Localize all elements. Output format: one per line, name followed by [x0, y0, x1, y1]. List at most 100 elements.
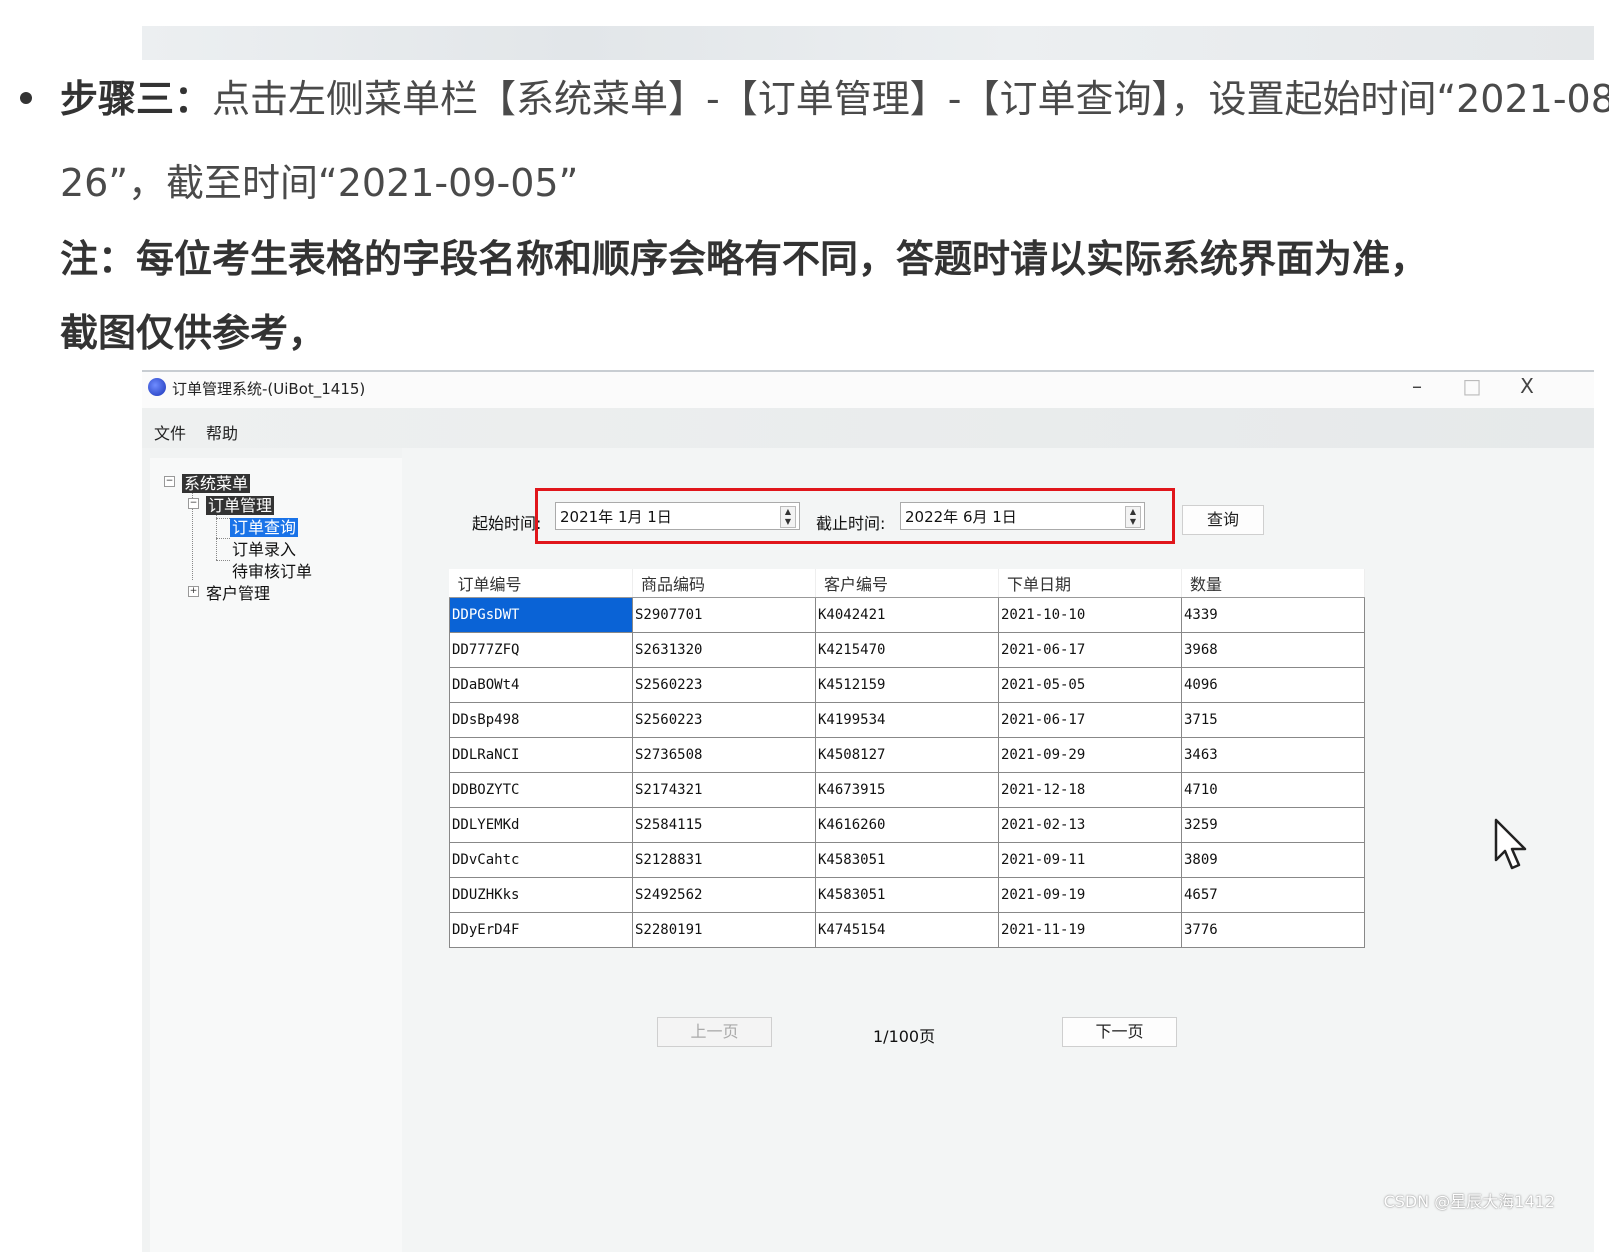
table-cell[interactable]: 2021-10-10 — [998, 597, 1182, 633]
table-cell[interactable]: 2021-09-29 — [998, 737, 1182, 773]
table-cell[interactable]: 3809 — [1181, 842, 1365, 878]
table-cell[interactable]: K4508127 — [815, 737, 999, 773]
table-cell[interactable]: DDvCahtc — [449, 842, 633, 878]
bullet-dot — [20, 92, 32, 104]
table-cell[interactable]: S2280191 — [632, 912, 816, 948]
table-row[interactable]: DDUZHKks S2492562 K4583051 2021-09-19 4657 — [449, 877, 1365, 913]
menu-help[interactable]: 帮助 — [206, 420, 238, 444]
app-window: 订单管理系统-(UiBot_1415) – □ X 文件 帮助 − 系统菜单 −… — [142, 370, 1594, 1252]
table-cell[interactable]: S2174321 — [632, 772, 816, 808]
table-row[interactable]: DDLYEMKd S2584115 K4616260 2021-02-13 3259 — [449, 807, 1365, 843]
tree-item-order-entry[interactable]: 订单录入 — [232, 536, 296, 560]
tree-label-order-management: 订单管理 — [206, 496, 275, 515]
tree-collapse-orders-icon[interactable]: − — [188, 498, 199, 509]
table-cell[interactable]: 2021-09-11 — [998, 842, 1182, 878]
highlight-annotation-box — [535, 488, 1175, 544]
minimize-button[interactable]: – — [1402, 374, 1432, 398]
table-cell[interactable]: 3715 — [1181, 702, 1365, 738]
table-cell[interactable]: 2021-09-19 — [998, 877, 1182, 913]
tree-item-order-management[interactable]: 订单管理 — [206, 492, 275, 516]
tree-label-order-query: 订单查询 — [230, 518, 299, 537]
table-cell[interactable]: K4583051 — [815, 842, 999, 878]
table-cell[interactable]: K4673915 — [815, 772, 999, 808]
table-cell[interactable]: DDLRaNCI — [449, 737, 633, 773]
table-cell[interactable]: 3776 — [1181, 912, 1365, 948]
table-cell[interactable]: DDaBOWt4 — [449, 667, 633, 703]
table-row[interactable]: DDyErD4F S2280191 K4745154 2021-11-19 3776 — [449, 912, 1365, 948]
table-cell[interactable]: 4096 — [1181, 667, 1365, 703]
table-header-row: 订单编号 商品编码 客户编号 下单日期 数量 — [449, 569, 1365, 598]
prev-page-button[interactable]: 上一页 — [657, 1017, 772, 1047]
start-time-label: 起始时间: — [472, 514, 542, 533]
close-button[interactable]: X — [1512, 374, 1542, 398]
page-indicator: 1/100页 — [873, 1027, 936, 1046]
table-cell[interactable]: S2560223 — [632, 667, 816, 703]
step-label: 步骤三： — [60, 77, 213, 121]
table-cell[interactable]: 2021-11-19 — [998, 912, 1182, 948]
column-header[interactable]: 数量 — [1181, 569, 1365, 598]
top-banner-strip — [142, 26, 1594, 60]
table-cell[interactable]: 2021-12-18 — [998, 772, 1182, 808]
table-cell[interactable]: K4745154 — [815, 912, 999, 948]
tree-item-order-query[interactable]: 订单查询 — [230, 514, 299, 538]
table-cell[interactable]: K4215470 — [815, 632, 999, 668]
menu-bar: 文件 帮助 — [142, 408, 1594, 448]
table-cell[interactable]: 4657 — [1181, 877, 1365, 913]
table-cell[interactable]: K4583051 — [815, 877, 999, 913]
table-row[interactable]: DDaBOWt4 S2560223 K4512159 2021-05-05 4096 — [449, 667, 1365, 703]
table-cell[interactable]: DDPGsDWT — [449, 597, 633, 633]
table-cell[interactable]: S2584115 — [632, 807, 816, 843]
step-text: 点击左侧菜单栏【系统菜单】-【订单管理】-【订单查询】，设置起始时间“2021-… — [212, 77, 1609, 121]
watermark-text: CSDN @星辰大海1412 — [1383, 1192, 1555, 1211]
table-cell[interactable]: DDLYEMKd — [449, 807, 633, 843]
table-cell[interactable]: DDsBp498 — [449, 702, 633, 738]
table-cell[interactable]: 4710 — [1181, 772, 1365, 808]
table-cell[interactable]: DDBOZYTC — [449, 772, 633, 808]
table-cell[interactable]: S2631320 — [632, 632, 816, 668]
table-cell[interactable]: 3259 — [1181, 807, 1365, 843]
table-cell[interactable]: 2021-02-13 — [998, 807, 1182, 843]
table-cell[interactable]: 4339 — [1181, 597, 1365, 633]
table-cell[interactable]: 3968 — [1181, 632, 1365, 668]
tree-item-customer-management[interactable]: 客户管理 — [206, 580, 270, 604]
column-header[interactable]: 客户编号 — [815, 569, 999, 598]
table-cell[interactable]: 2021-05-05 — [998, 667, 1182, 703]
tree-expand-customers-icon[interactable]: + — [188, 586, 199, 597]
table-cell[interactable]: K4616260 — [815, 807, 999, 843]
app-logo-icon — [148, 378, 166, 396]
table-cell[interactable]: S2736508 — [632, 737, 816, 773]
maximize-button[interactable]: □ — [1457, 374, 1487, 398]
table-row[interactable]: DDPGsDWT S2907701 K4042421 2021-10-10 4339 — [449, 597, 1365, 633]
table-cell[interactable]: DD777ZFQ — [449, 632, 633, 668]
table-row[interactable]: DDBOZYTC S2174321 K4673915 2021-12-18 4710 — [449, 772, 1365, 808]
menu-file[interactable]: 文件 — [154, 420, 186, 444]
query-button[interactable]: 查询 — [1182, 505, 1264, 535]
table-cell[interactable]: S2907701 — [632, 597, 816, 633]
table-cell[interactable]: K4199534 — [815, 702, 999, 738]
table-cell[interactable]: S2560223 — [632, 702, 816, 738]
table-cell[interactable]: 2021-06-17 — [998, 632, 1182, 668]
title-bar: 订单管理系统-(UiBot_1415) – □ X — [142, 372, 1594, 408]
column-header[interactable]: 订单编号 — [449, 569, 633, 598]
tree-item-pending-review[interactable]: 待审核订单 — [232, 558, 312, 582]
table-cell[interactable]: K4512159 — [815, 667, 999, 703]
column-header[interactable]: 下单日期 — [998, 569, 1182, 598]
table-cell[interactable]: DDUZHKks — [449, 877, 633, 913]
table-cell[interactable]: 3463 — [1181, 737, 1365, 773]
instruction-line-1: 步骤三：点击左侧菜单栏【系统菜单】-【订单管理】-【订单查询】，设置起始时间“2… — [60, 68, 1609, 123]
instruction-note-2: 截图仅供参考， — [60, 311, 327, 355]
next-page-button[interactable]: 下一页 — [1062, 1017, 1177, 1047]
table-cell[interactable]: 2021-06-17 — [998, 702, 1182, 738]
tree-item-system-menu[interactable]: 系统菜单 — [182, 470, 251, 494]
table-row[interactable]: DDvCahtc S2128831 K4583051 2021-09-11 3809 — [449, 842, 1365, 878]
table-body: DDPGsDWT S2907701 K4042421 2021-10-10 4339 DD… — [449, 597, 1365, 948]
column-header[interactable]: 商品编码 — [632, 569, 816, 598]
table-cell[interactable]: DDyErD4F — [449, 912, 633, 948]
table-cell[interactable]: S2128831 — [632, 842, 816, 878]
table-row[interactable]: DDLRaNCI S2736508 K4508127 2021-09-29 3463 — [449, 737, 1365, 773]
table-row[interactable]: DDsBp498 S2560223 K4199534 2021-06-17 3715 — [449, 702, 1365, 738]
table-row[interactable]: DD777ZFQ S2631320 K4215470 2021-06-17 3968 — [449, 632, 1365, 668]
tree-collapse-root-icon[interactable]: − — [164, 476, 175, 487]
table-cell[interactable]: S2492562 — [632, 877, 816, 913]
table-cell[interactable]: K4042421 — [815, 597, 999, 633]
